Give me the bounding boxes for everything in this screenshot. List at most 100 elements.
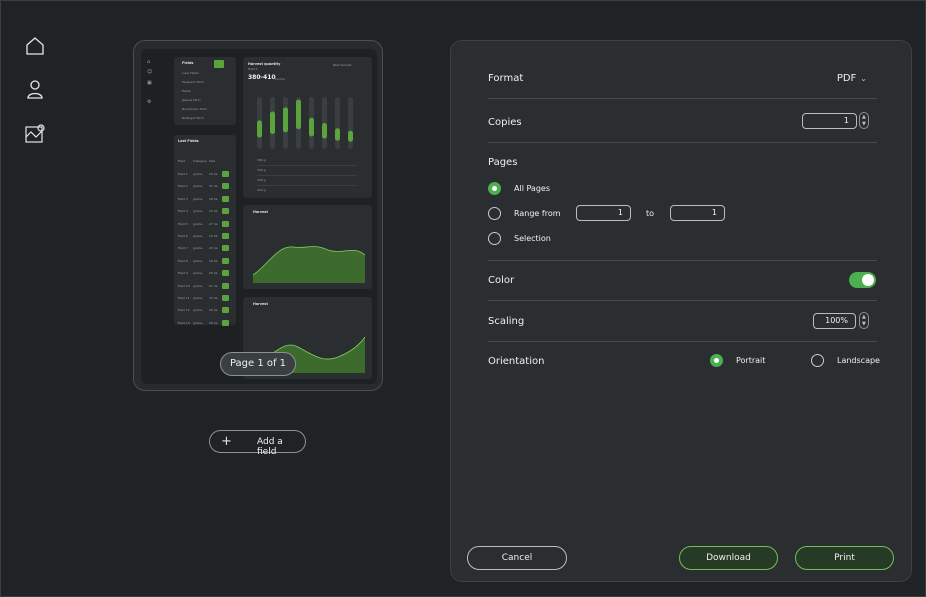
field-shape-icon — [222, 233, 229, 239]
format-select[interactable]: PDF ⌄ — [837, 73, 867, 84]
plus-icon: + — [221, 434, 232, 449]
mini-table-cell: 33 ha — [209, 296, 218, 300]
add-field-button[interactable]: + Add a field — [209, 430, 306, 457]
bar-mark — [348, 130, 353, 142]
range-to-label: to — [646, 209, 655, 218]
stepper-down-icon: ▼ — [862, 321, 866, 327]
mini-table-cell: Field 6 — [178, 234, 188, 238]
stepper-up-icon: ▲ — [862, 114, 866, 120]
preview-page: ⌂ ☺ ▣ ⚙ Fields Luna Fields Ferguson Farm… — [141, 49, 377, 384]
mini-table-cell: Field 10 — [178, 283, 190, 288]
field-shape-icon — [222, 245, 229, 252]
field-shape-icon — [222, 183, 229, 190]
preview-table-card: Last Fields Field Category Size Field 1g… — [174, 135, 236, 326]
mini-table-cell: grains — [193, 209, 203, 214]
mini-table-cell: 22 ha — [209, 209, 218, 214]
copies-label: Copies — [488, 117, 522, 128]
print-button[interactable]: Print — [795, 546, 894, 570]
mini-table-cell: 24 ha — [209, 172, 218, 176]
field-shape-icon — [222, 319, 229, 326]
mini-home-icon: ⌂ — [147, 59, 151, 65]
stepper-down-icon: ▼ — [862, 121, 866, 127]
selection-radio[interactable] — [488, 232, 501, 245]
mini-table-cell: 31 ha — [209, 184, 218, 189]
mini-table-cell: 16 ha — [209, 258, 218, 263]
mini-table-cell: grains — [193, 221, 203, 226]
range-from-label: Range from — [514, 209, 561, 218]
mini-table-cell: Field 9 — [178, 271, 188, 276]
color-label: Color — [488, 275, 515, 286]
mini-table-cell: 28 ha — [209, 320, 218, 325]
mini-map-icon: ▣ — [147, 80, 152, 86]
copies-stepper[interactable]: ▲ ▼ — [859, 112, 869, 129]
scaling-input[interactable]: 100% — [813, 313, 856, 329]
mini-table-cell: grains — [193, 234, 203, 238]
field-shape-icon — [222, 220, 229, 227]
mini-table-cell: Field 13 — [178, 320, 190, 325]
mini-table-cell: Field 2 — [178, 184, 188, 189]
bar-mark — [309, 117, 314, 137]
scaling-label: Scaling — [488, 316, 525, 327]
field-shape-icon — [222, 270, 229, 277]
mini-table-cell: 21 ha — [209, 283, 218, 288]
mini-table-cell: 29 ha — [209, 246, 218, 251]
landscape-radio[interactable] — [811, 354, 824, 367]
scaling-stepper[interactable]: ▲ ▼ — [859, 312, 869, 329]
mini-table-cell: grains — [193, 196, 203, 201]
range-start-input[interactable]: 1 — [576, 205, 631, 221]
all-pages-label: All Pages — [514, 184, 550, 193]
home-icon[interactable] — [24, 35, 46, 57]
mini-table-cell: grains — [193, 320, 203, 325]
mini-table-cell: grains — [193, 283, 203, 288]
preview-bar-chart-card: Harvest quantity Field 1 380-410 ton/ha … — [243, 57, 372, 198]
bar-mark — [296, 99, 301, 130]
selection-label: Selection — [514, 234, 551, 243]
mini-table-cell: Field 4 — [178, 209, 188, 214]
mini-table-cell: Field 7 — [178, 246, 188, 251]
mini-table-cell: Field 1 — [178, 172, 188, 176]
bar-mark — [283, 107, 288, 133]
copies-input[interactable]: 1 — [802, 113, 857, 129]
color-toggle[interactable] — [849, 272, 876, 288]
bar-mark — [257, 120, 262, 138]
format-label: Format — [488, 73, 524, 84]
page-indicator: Page 1 of 1 — [220, 352, 296, 376]
field-shape-icon — [222, 195, 229, 202]
mini-table-cell: grains — [193, 271, 203, 276]
mini-table-cell: grains — [193, 308, 203, 313]
portrait-label: Portrait — [736, 356, 766, 365]
mini-table-cell: 27 ha — [209, 221, 218, 226]
print-settings-panel: Format PDF ⌄ Copies 1 ▲ ▼ Pages All Pages … — [450, 40, 912, 582]
bar-mark — [270, 111, 275, 135]
portrait-radio[interactable] — [710, 354, 723, 367]
mini-user-icon: ☺ — [147, 69, 153, 75]
mini-table-cell: Field 3 — [178, 196, 188, 201]
field-map-icon[interactable] — [24, 123, 46, 145]
range-radio[interactable] — [488, 207, 501, 220]
mini-table-cell: Field 11 — [178, 296, 190, 300]
mini-table-cell: Field 8 — [178, 258, 188, 263]
chevron-down-icon: ⌄ — [860, 74, 867, 83]
field-shape-icon — [222, 295, 229, 301]
mini-table-cell: 18 ha — [209, 196, 218, 201]
orientation-label: Orientation — [488, 356, 545, 367]
all-pages-radio[interactable] — [488, 182, 501, 195]
download-button[interactable]: Download — [679, 546, 778, 570]
user-icon[interactable] — [24, 78, 46, 100]
mini-table-cell: grains — [193, 246, 203, 251]
preview-area-chart-1-plot — [253, 246, 365, 283]
mini-table-cell: Field 5 — [178, 221, 188, 226]
bar-mark — [322, 123, 327, 139]
stepper-up-icon: ▲ — [862, 314, 866, 320]
mini-table-cell: grains — [193, 184, 203, 189]
range-end-input[interactable]: 1 — [670, 205, 725, 221]
field-shape-icon — [222, 171, 229, 177]
mini-table-cell: grains — [193, 296, 203, 300]
preview-bar-chart — [257, 97, 353, 149]
cancel-button[interactable]: Cancel — [467, 546, 567, 570]
bar-mark — [335, 128, 340, 141]
preview-fields-card: Fields Luna Fields Ferguson Farm Fields … — [174, 57, 236, 125]
mini-table-cell: 25 ha — [209, 271, 218, 276]
field-shape-icon — [222, 282, 229, 289]
landscape-label: Landscape — [837, 356, 880, 365]
